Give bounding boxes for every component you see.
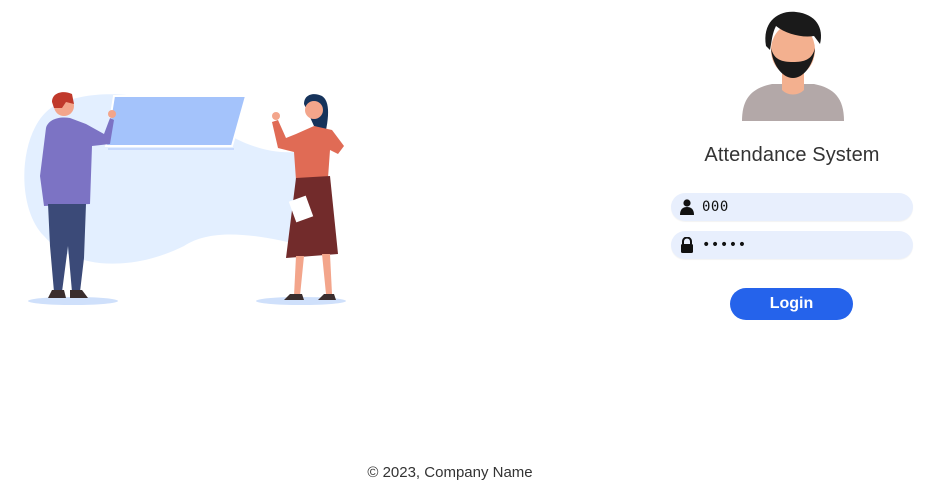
password-input[interactable] <box>702 231 902 259</box>
password-field[interactable] <box>671 231 913 259</box>
lock-icon <box>681 237 693 253</box>
footer-copyright: © 2023, Company Name <box>367 464 533 481</box>
team-illustration <box>24 92 346 305</box>
login-button[interactable]: Login <box>730 288 853 320</box>
user-avatar <box>742 11 844 121</box>
app-title: Attendance System <box>704 144 880 166</box>
floating-screen <box>104 95 248 147</box>
username-field[interactable] <box>671 193 913 221</box>
person-icon <box>680 199 694 215</box>
floor-shadow-left <box>28 297 118 305</box>
username-input[interactable] <box>702 193 902 221</box>
